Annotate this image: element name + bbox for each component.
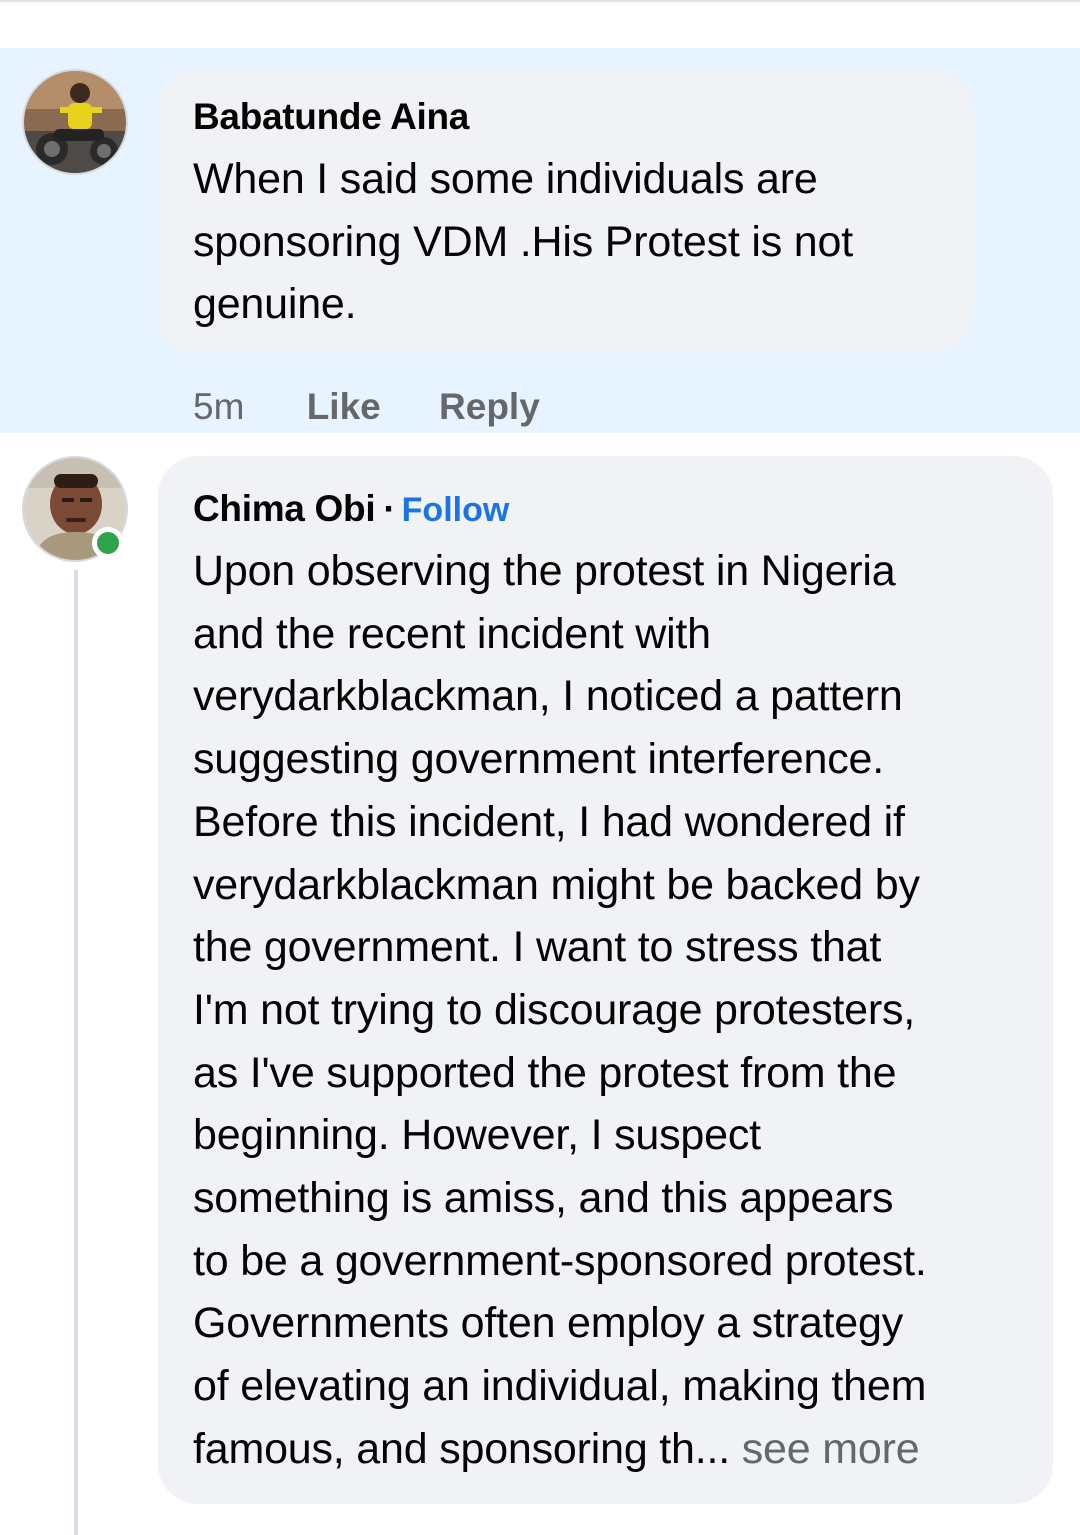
- comment-text-line: to be a government-sponsored protest.: [193, 1236, 927, 1285]
- comment-header: Chima Obi · Follow: [193, 488, 509, 530]
- comment-text-line-truncated: famous, and sponsoring th... see more: [193, 1418, 927, 1481]
- online-status-icon: [92, 527, 124, 559]
- comment-text-line: When I said some individuals are: [193, 155, 818, 203]
- reply-thread-line: [74, 570, 78, 1535]
- comment-text-line: verydarkblackman, I noticed a pattern: [193, 672, 903, 721]
- truncated-text: famous, and sponsoring th: [193, 1424, 695, 1473]
- comment-text-line: Before this incident, I had wondered if: [193, 797, 905, 846]
- reply-button[interactable]: Reply: [439, 386, 540, 428]
- comment-text: Upon observing the protest in Nigeria an…: [193, 540, 927, 1481]
- comment-text-line: the government. I want to stress that: [193, 923, 882, 972]
- see-more-link[interactable]: see more: [730, 1425, 920, 1473]
- comments-screen: Babatunde Aina When I said some individu…: [0, 0, 1080, 1535]
- comment-actions: 5m Like Reply: [193, 386, 540, 428]
- comment-text: When I said some individuals are sponsor…: [193, 148, 853, 336]
- top-divider: [0, 0, 1080, 48]
- comment-text-line: genuine.: [193, 280, 357, 329]
- comment-text-line: verydarkblackman might be backed by: [193, 860, 920, 909]
- comment-text-line: and the recent incident with: [193, 609, 711, 658]
- comment-author[interactable]: Chima Obi: [193, 488, 376, 529]
- comment-text-line: sponsoring VDM .His Protest is not: [193, 217, 853, 266]
- comment-author[interactable]: Babatunde Aina: [193, 96, 469, 138]
- comment-text-line: Upon observing the protest in Nigeria: [193, 547, 896, 595]
- ellipsis: ...: [694, 1424, 731, 1473]
- comment-text-line: I'm not trying to discourage protesters,: [193, 985, 915, 1034]
- comment-text-line: suggesting government interference.: [193, 735, 884, 784]
- comment-text-line: as I've supported the protest from the: [193, 1048, 897, 1097]
- separator-dot: ·: [383, 488, 396, 529]
- comment-bubble: Babatunde Aina When I said some individu…: [158, 70, 973, 353]
- like-button[interactable]: Like: [307, 386, 381, 428]
- avatar-babatunde[interactable]: [22, 69, 128, 175]
- comment-timestamp[interactable]: 5m: [193, 386, 244, 428]
- comment-bubble: Chima Obi · Follow Upon observing the prot…: [158, 456, 1053, 1504]
- comment-text-line: something is amiss, and this appears: [193, 1174, 894, 1223]
- follow-button[interactable]: Follow: [402, 491, 510, 529]
- profile-photo-icon: [24, 71, 126, 173]
- comment-text-line: beginning. However, I suspect: [193, 1111, 761, 1160]
- comment-text-line: Governments often employ a strategy: [193, 1299, 904, 1348]
- comment-text-line: of elevating an individual, making them: [193, 1362, 927, 1411]
